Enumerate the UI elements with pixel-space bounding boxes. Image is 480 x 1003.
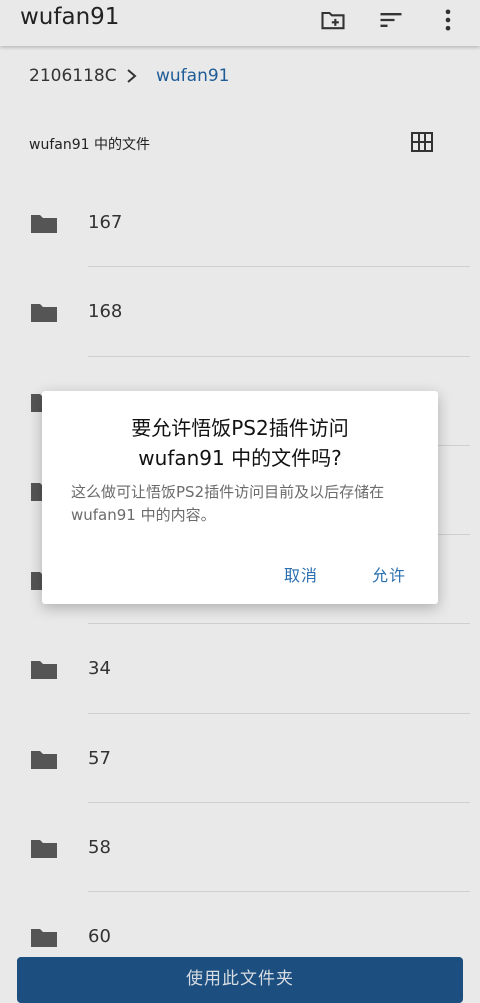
allow-button[interactable]: 允许 [372, 562, 406, 586]
dialog-title: 要允许悟饭PS2插件访问 wufan91 中的文件吗? [131, 416, 349, 470]
permission-dialog: 要允许悟饭PS2插件访问 wufan91 中的文件吗? 这么做可让悟饭PS2插件… [42, 391, 438, 604]
cancel-button[interactable]: 取消 [284, 562, 318, 586]
dialog-message: 这么做可让悟饭PS2插件访问目前及以后存储在 wufan91 中的内容。 [71, 483, 385, 524]
